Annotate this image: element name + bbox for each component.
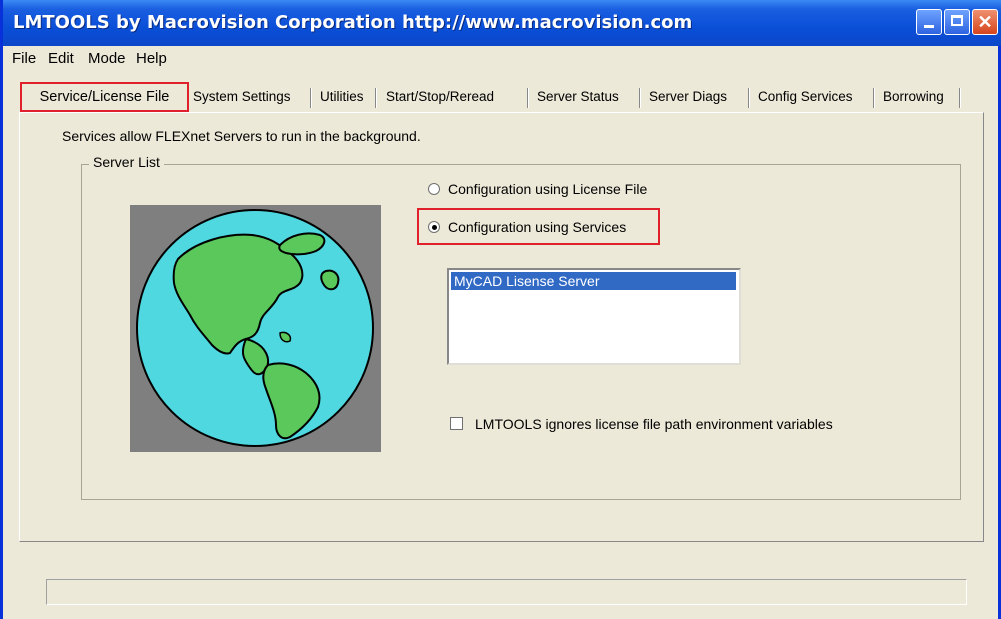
- radio-license-file-label: Configuration using License File: [448, 181, 648, 197]
- tab-divider: [959, 88, 961, 108]
- list-item[interactable]: MyCAD Lisense Server: [451, 272, 736, 290]
- tab-system-settings[interactable]: System Settings: [193, 84, 291, 110]
- radio-services[interactable]: [428, 221, 440, 233]
- ignore-env-vars-checkbox[interactable]: [450, 417, 463, 430]
- services-listbox[interactable]: MyCAD Lisense Server: [447, 268, 741, 365]
- window-title: LMTOOLS by Macrovision Corporation http:…: [13, 12, 693, 33]
- menu-bar: File Edit Mode Help: [3, 46, 998, 72]
- radio-services-label: Configuration using Services: [448, 219, 627, 235]
- globe-icon: [136, 209, 374, 447]
- radio-license-file-option[interactable]: Configuration using License File: [428, 181, 647, 197]
- tab-utilities[interactable]: Utilities: [320, 84, 364, 110]
- tab-divider: [375, 88, 377, 108]
- tab-borrowing[interactable]: Borrowing: [883, 84, 944, 110]
- lmtools-window: LMTOOLS by Macrovision Corporation http:…: [0, 0, 1001, 619]
- menu-file[interactable]: File: [12, 50, 36, 67]
- tab-divider: [748, 88, 750, 108]
- status-bar: [46, 579, 967, 605]
- maximize-button[interactable]: [944, 9, 970, 35]
- tab-divider: [639, 88, 641, 108]
- tab-server-status[interactable]: Server Status: [537, 84, 619, 110]
- minimize-button[interactable]: [916, 9, 942, 35]
- menu-help[interactable]: Help: [136, 50, 167, 67]
- panel-description: Services allow FLEXnet Servers to run in…: [62, 128, 421, 144]
- radio-services-option[interactable]: Configuration using Services: [428, 219, 626, 235]
- tab-divider: [310, 88, 312, 108]
- tab-divider: [873, 88, 875, 108]
- tab-config-services[interactable]: Config Services: [758, 84, 853, 110]
- title-bar[interactable]: LMTOOLS by Macrovision Corporation http:…: [3, 0, 1001, 46]
- close-icon: ✕: [977, 12, 993, 32]
- menu-edit[interactable]: Edit: [48, 50, 74, 67]
- menu-mode[interactable]: Mode: [88, 50, 126, 67]
- server-list-group-label: Server List: [89, 154, 164, 170]
- tab-start-stop-reread[interactable]: Start/Stop/Reread: [386, 84, 494, 110]
- ignore-env-vars-option[interactable]: LMTOOLS ignores license file path enviro…: [450, 416, 833, 432]
- tab-service-license-file[interactable]: Service/License File: [20, 82, 189, 112]
- close-button[interactable]: ✕: [972, 9, 998, 35]
- tab-server-diags[interactable]: Server Diags: [649, 84, 727, 110]
- tab-divider: [527, 88, 529, 108]
- globe-image: [130, 205, 381, 452]
- ignore-env-vars-label: LMTOOLS ignores license file path enviro…: [475, 416, 833, 432]
- radio-license-file[interactable]: [428, 183, 440, 195]
